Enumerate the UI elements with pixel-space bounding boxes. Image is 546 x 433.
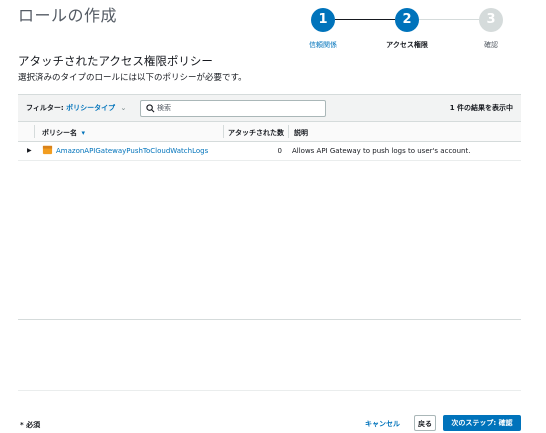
step-1-circle[interactable]: 1 xyxy=(311,8,335,32)
table-toolbar: フィルター: ポリシータイプ ⌄ 1 件の結果を表示中 xyxy=(18,95,521,122)
footer-divider xyxy=(18,390,521,391)
filter-dropdown[interactable]: フィルター: ポリシータイプ ⌄ xyxy=(26,103,126,113)
cancel-link[interactable]: キャンセル xyxy=(365,419,400,429)
column-divider xyxy=(34,125,35,138)
sort-desc-icon: ▾ xyxy=(81,129,85,137)
step-2-label: アクセス権限 xyxy=(386,41,428,49)
required-note: * 必須 xyxy=(20,421,41,429)
column-header-attached-count[interactable]: アタッチされた数 xyxy=(228,128,284,138)
column-divider xyxy=(223,125,224,138)
column-header-label: ポリシー名 xyxy=(42,129,77,137)
step-2-circle: 2 xyxy=(395,8,419,32)
column-header-policy-name[interactable]: ポリシー名 ▾ xyxy=(42,128,85,138)
next-step-button[interactable]: 次のステップ: 確認 xyxy=(443,415,521,431)
column-header-description[interactable]: 説明 xyxy=(294,128,308,138)
back-button[interactable]: 戻る xyxy=(414,415,436,431)
managed-policy-icon xyxy=(42,145,53,155)
page-title: ロールの作成 xyxy=(18,6,118,25)
filter-value: ポリシータイプ xyxy=(66,104,116,112)
search-box xyxy=(140,100,326,117)
policy-name-link[interactable]: AmazonAPIGatewayPushToCloudWatchLogs xyxy=(56,147,208,155)
section-description: 選択済みのタイプのロールには以下のポリシーが必要です。 xyxy=(18,73,247,83)
stepper-line-2-3 xyxy=(419,19,479,20)
search-icon xyxy=(146,104,155,113)
search-input[interactable] xyxy=(157,102,317,114)
expand-caret-icon[interactable]: ▶ xyxy=(27,147,32,154)
attached-count-cell: 0 xyxy=(277,147,282,155)
chevron-down-icon: ⌄ xyxy=(120,104,127,112)
policy-table-panel: フィルター: ポリシータイプ ⌄ 1 件の結果を表示中 ポリシー名 ▾ アタッチ… xyxy=(18,94,521,320)
result-count: 1 件の結果を表示中 xyxy=(449,104,513,112)
wizard-stepper: 1 2 3 信頼関係 アクセス権限 確認 xyxy=(305,6,510,51)
section-heading: アタッチされたアクセス権限ポリシー xyxy=(18,54,213,68)
filter-label: フィルター: xyxy=(26,104,64,112)
table-row: ▶ AmazonAPIGatewayPushToCloudWatchLogs 0… xyxy=(18,142,521,161)
description-cell: Allows API Gateway to push logs to user'… xyxy=(292,147,471,155)
column-divider xyxy=(288,125,289,138)
table-header: ポリシー名 ▾ アタッチされた数 説明 xyxy=(18,122,521,142)
step-3-label: 確認 xyxy=(484,41,498,49)
stepper-line-1-2 xyxy=(335,19,395,20)
step-1-label[interactable]: 信頼関係 xyxy=(293,40,353,50)
step-3-circle: 3 xyxy=(479,8,503,32)
